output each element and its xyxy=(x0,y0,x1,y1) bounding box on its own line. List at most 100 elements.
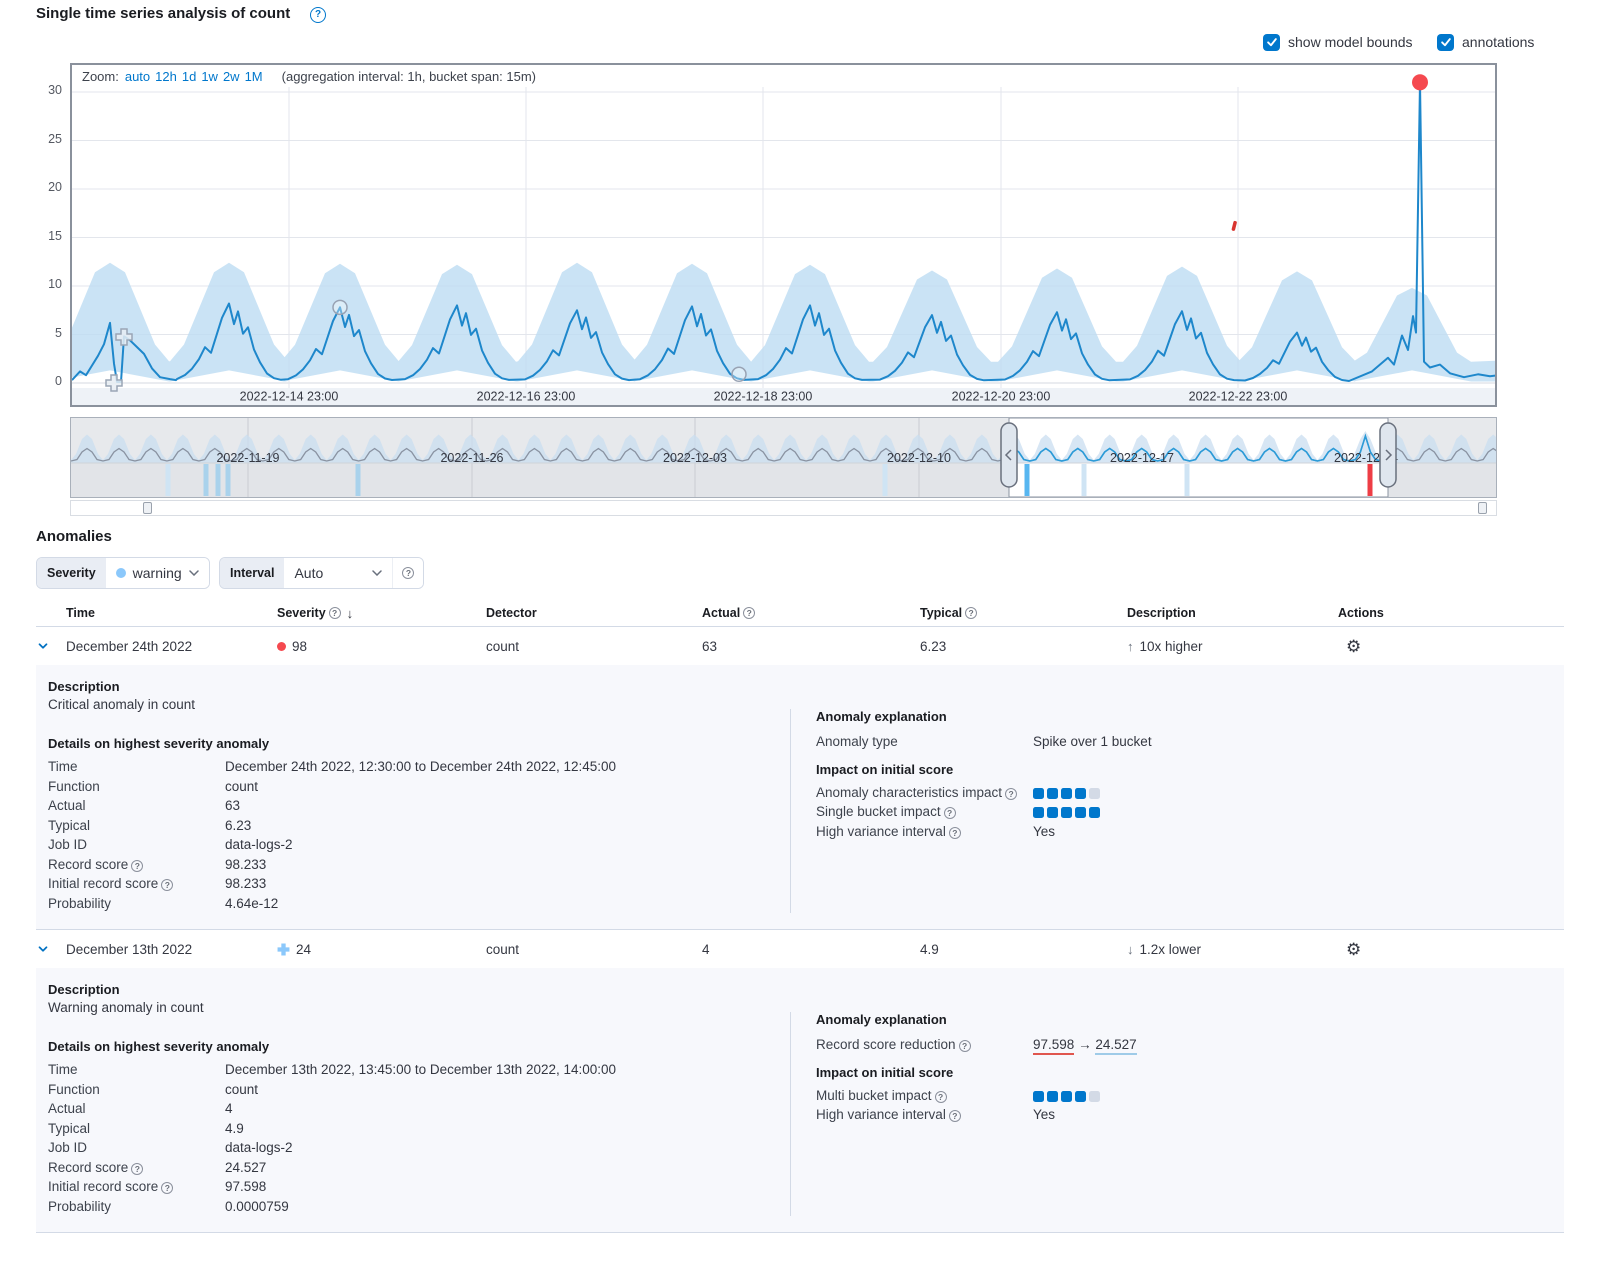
swimlane-anomaly-tick[interactable] xyxy=(216,464,221,496)
selection-handle-right[interactable] xyxy=(1380,423,1396,487)
gear-icon[interactable]: ⚙ xyxy=(1346,638,1361,655)
zoom-link-2w[interactable]: 2w xyxy=(223,69,240,84)
table-row[interactable]: December 13th 2022 24 count 4 4.9 ↓ 1.2x… xyxy=(36,930,1564,968)
question-in-circle-icon: ? xyxy=(131,860,143,872)
row-expander[interactable] xyxy=(36,942,66,956)
impact-bar xyxy=(1033,788,1100,799)
x-axis-tick-label: 2022-12-14 23:00 xyxy=(240,390,339,404)
interval-filter-label: Interval xyxy=(220,558,284,588)
cell-description: ↑ 10x higher xyxy=(1127,639,1338,654)
impact-label: Multi bucket impact? xyxy=(816,1086,1033,1106)
interval-filter-value[interactable]: Auto xyxy=(284,558,392,588)
table-header-row: TimeSeverity?↓DetectorActual?Typical?Des… xyxy=(36,600,1564,627)
y-axis-tick-label: 10 xyxy=(30,277,62,291)
zoom-link-1d[interactable]: 1d xyxy=(182,69,196,84)
show-model-bounds-checkbox[interactable] xyxy=(1263,34,1280,51)
severity-score: 98 xyxy=(292,639,307,654)
question-in-circle-icon: ? xyxy=(402,567,414,579)
column-header-actions[interactable]: Actions xyxy=(1338,606,1564,620)
cell-detector: count xyxy=(486,639,702,654)
annotations-checkbox[interactable] xyxy=(1437,34,1454,51)
score-reduction-value: 97.598 → 24.527 xyxy=(1033,1035,1137,1055)
impact-square-filled xyxy=(1033,1091,1044,1102)
page-title: Single time series analysis of count xyxy=(36,5,290,22)
selection-handle-left[interactable] xyxy=(1001,423,1017,487)
scrollbar-left-handle[interactable] xyxy=(143,502,152,514)
y-axis-tick-label: 15 xyxy=(30,229,62,243)
interval-help[interactable]: ? xyxy=(392,558,423,588)
zoom-link-1w[interactable]: 1w xyxy=(201,69,218,84)
zoom-link-auto[interactable]: auto xyxy=(125,69,150,84)
interval-filter[interactable]: Interval Auto ? xyxy=(219,557,424,589)
severity-filter-value[interactable]: warning xyxy=(106,558,209,588)
chevron-down-icon xyxy=(36,639,50,653)
row-expander[interactable] xyxy=(36,639,66,653)
question-in-circle-icon: ? xyxy=(965,607,977,619)
annotation-marker[interactable] xyxy=(1231,221,1237,232)
chevron-down-icon xyxy=(189,570,199,576)
description-value: Critical anomaly in count xyxy=(48,697,790,712)
column-header-typical[interactable]: Typical? xyxy=(920,606,1127,620)
swimlane-critical-tick[interactable] xyxy=(1368,464,1373,496)
question-in-circle-icon: ? xyxy=(1005,788,1017,800)
impact-square-filled xyxy=(1075,1091,1086,1102)
column-header-time[interactable]: Time xyxy=(66,606,277,620)
impact-square-filled xyxy=(1047,788,1058,799)
swimlane-anomaly-tick[interactable] xyxy=(204,464,209,496)
aggregation-note: (aggregation interval: 1h, bucket span: … xyxy=(282,69,536,84)
show-model-bounds-control[interactable]: show model bounds xyxy=(1263,33,1413,51)
column-header-severity[interactable]: Severity?↓ xyxy=(277,606,486,621)
table-row[interactable]: December 24th 2022 98 count 63 6.23 ↑ 10… xyxy=(36,627,1564,665)
question-in-circle-icon: ? xyxy=(329,607,341,619)
column-header-description[interactable]: Description xyxy=(1127,606,1338,620)
swimlane-anomaly-tick[interactable] xyxy=(1185,464,1190,496)
anomaly-marker-low[interactable] xyxy=(333,300,347,314)
question-in-circle-icon: ? xyxy=(161,1182,173,1194)
title-help-icon[interactable]: ? xyxy=(310,7,326,23)
swimlane-anomaly-tick[interactable] xyxy=(883,464,888,496)
detail-field-row: Functioncount xyxy=(48,1080,790,1100)
detail-field-value: 63 xyxy=(225,796,240,816)
cell-time: December 13th 2022 xyxy=(66,942,277,957)
score-to: 24.527 xyxy=(1095,1037,1136,1055)
question-in-circle-icon: ? xyxy=(743,607,755,619)
zoom-link-1M[interactable]: 1M xyxy=(245,69,263,84)
swimlane-anomaly-tick[interactable] xyxy=(1082,464,1087,496)
detail-field-label: Record score? xyxy=(48,1158,225,1178)
arrow-up-icon: ↑ xyxy=(1127,639,1134,654)
annotations-label: annotations xyxy=(1462,34,1534,50)
context-chart[interactable]: 2022-11-192022-11-262022-12-032022-12-10… xyxy=(70,417,1497,498)
context-date-label: 2022-12-17 xyxy=(1110,451,1174,465)
context-scrollbar[interactable] xyxy=(70,500,1497,516)
impact-rows: Anomaly characteristics impact?Single bu… xyxy=(816,783,1564,822)
anomaly-marker-low[interactable] xyxy=(732,367,746,381)
severity-filter-text: warning xyxy=(133,565,182,581)
annotations-control[interactable]: annotations xyxy=(1437,33,1534,51)
detail-field-label: Typical xyxy=(48,1119,225,1139)
scrollbar-right-handle[interactable] xyxy=(1478,502,1487,514)
zoom-link-12h[interactable]: 12h xyxy=(155,69,177,84)
column-header-detector[interactable]: Detector xyxy=(486,606,702,620)
y-axis-tick-label: 25 xyxy=(30,132,62,146)
detail-field-row: Typical6.23 xyxy=(48,816,790,836)
severity-filter[interactable]: Severity warning xyxy=(36,557,210,589)
gear-icon[interactable]: ⚙ xyxy=(1346,941,1361,958)
swimlane-anomaly-tick[interactable] xyxy=(226,464,231,496)
swimlane-anomaly-tick[interactable] xyxy=(1025,464,1030,496)
detail-field-label: Job ID xyxy=(48,1138,225,1158)
description-text: 10x higher xyxy=(1140,639,1203,654)
chevron-down-icon xyxy=(372,570,382,576)
details-heading: Details on highest severity anomaly xyxy=(48,736,790,751)
swimlane-anomaly-tick[interactable] xyxy=(166,464,171,496)
swimlane-anomaly-tick[interactable] xyxy=(356,464,361,496)
cell-actual: 63 xyxy=(702,639,920,654)
column-header-actual[interactable]: Actual? xyxy=(702,606,920,620)
detail-field-row: Actual4 xyxy=(48,1099,790,1119)
critical-anomaly-marker[interactable] xyxy=(1412,74,1428,90)
focus-chart[interactable]: 2022-12-14 23:002022-12-16 23:002022-12-… xyxy=(70,63,1497,407)
context-date-label: 2022-11-26 xyxy=(440,451,503,465)
detail-field-row: Probability0.0000759 xyxy=(48,1197,790,1217)
context-chart-svg: 2022-11-192022-11-262022-12-032022-12-10… xyxy=(71,418,1496,497)
context-date-label: 2022-12-03 xyxy=(663,451,727,465)
impact-square-filled xyxy=(1033,807,1044,818)
